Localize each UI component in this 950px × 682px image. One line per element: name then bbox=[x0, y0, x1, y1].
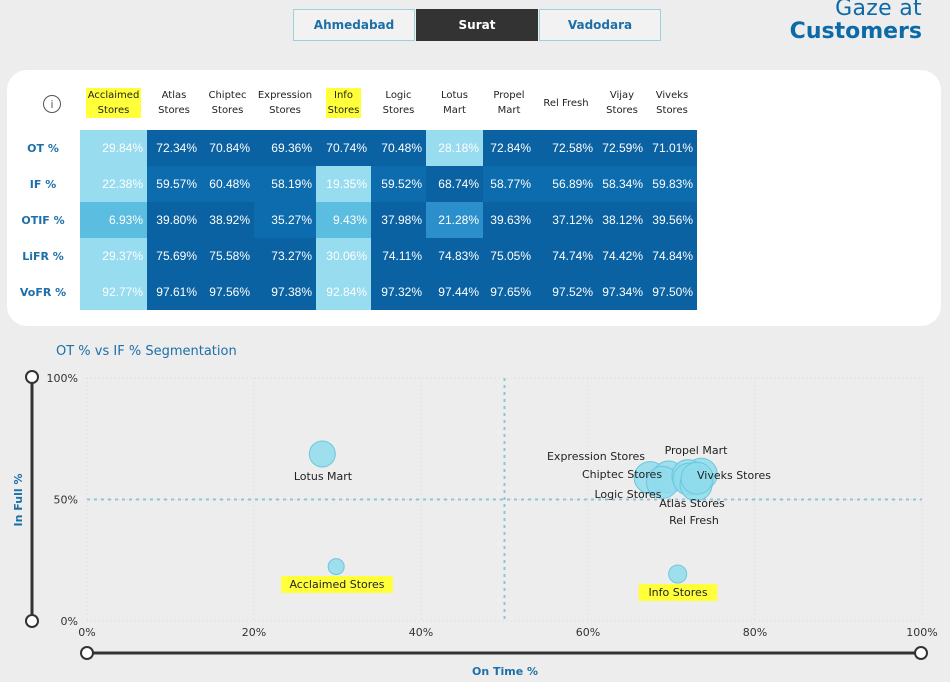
y-axis-title: In Full % bbox=[12, 474, 25, 527]
x-tick-label: 80% bbox=[743, 626, 767, 639]
scatter-point[interactable] bbox=[308, 440, 336, 468]
point-label: Lotus Mart bbox=[294, 470, 353, 483]
x-axis-title: On Time % bbox=[472, 665, 538, 678]
y-tick-label: 50% bbox=[54, 494, 78, 507]
point-label: Acclaimed Stores bbox=[289, 578, 384, 591]
x-tick-label: 100% bbox=[906, 626, 937, 639]
point-label: Propel Mart bbox=[665, 444, 729, 457]
x-tick-label: 60% bbox=[576, 626, 600, 639]
point-label: Info Stores bbox=[648, 586, 707, 599]
y-tick-label: 0% bbox=[61, 615, 78, 628]
x-range-slider-handle-right[interactable] bbox=[914, 646, 928, 660]
segmentation-scatter-chart: 0% 50% 100% 0% 20% 40% 60% 80% 100% On Time % In F… bbox=[12, 370, 938, 678]
x-tick-label: 20% bbox=[242, 626, 266, 639]
y-tick-label: 100% bbox=[47, 372, 78, 385]
point-label: Viveks Stores bbox=[697, 469, 771, 482]
point-label: Chiptec Stores bbox=[582, 468, 662, 481]
x-tick-label: 0% bbox=[78, 626, 95, 639]
point-label: Expression Stores bbox=[547, 450, 645, 463]
x-range-slider-handle-left[interactable] bbox=[80, 646, 94, 660]
scatter-point[interactable] bbox=[668, 564, 688, 584]
point-label: Atlas Stores bbox=[659, 497, 725, 510]
y-range-slider-handle-top[interactable] bbox=[25, 370, 39, 384]
y-range-slider-handle-bottom[interactable] bbox=[25, 614, 39, 628]
point-label: Logic Stores bbox=[594, 488, 661, 501]
point-label: Rel Fresh bbox=[669, 514, 719, 527]
scatter-point[interactable] bbox=[327, 558, 345, 576]
x-tick-label: 40% bbox=[409, 626, 433, 639]
